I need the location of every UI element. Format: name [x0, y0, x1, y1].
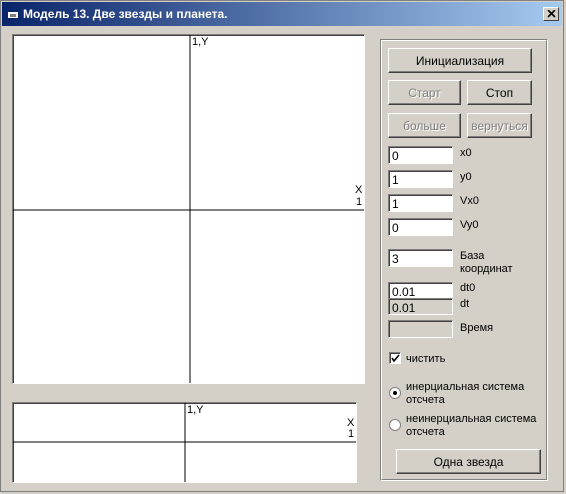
vx0-field[interactable]: 1 — [388, 194, 453, 212]
base-label-line1: База — [460, 250, 485, 262]
main-plot[interactable]: 1,Y X 1 — [12, 34, 365, 384]
noninertial-radio[interactable] — [389, 419, 401, 431]
y0-label: y0 — [460, 171, 472, 183]
inertial-radio-label-line2: отсчета — [406, 394, 445, 406]
x0-field[interactable]: 0 — [388, 146, 453, 164]
window-title: Модель 13. Две звезды и планета. — [23, 7, 228, 21]
time-field — [388, 320, 453, 338]
base-label-line2: координат — [460, 263, 513, 275]
back-button[interactable]: вернуться — [467, 113, 532, 138]
more-button[interactable]: больше — [388, 113, 461, 138]
y0-field[interactable]: 1 — [388, 170, 453, 188]
main-plot-y-label: 1,Y — [192, 36, 209, 48]
small-plot-x-value: 1 — [348, 428, 355, 440]
inertial-radio-label-line1: инерциальная система — [406, 381, 525, 393]
dt0-field[interactable]: 0.01 — [388, 282, 453, 299]
main-plot-x-value: 1 — [356, 196, 363, 208]
main-plot-axes — [13, 35, 364, 383]
vy0-field[interactable]: 0 — [388, 218, 453, 236]
start-button[interactable]: Старт — [388, 80, 461, 105]
vy0-label: Vy0 — [460, 219, 479, 231]
base-field[interactable]: 3 — [388, 249, 453, 267]
dt-field: 0.01 — [388, 298, 453, 315]
dt-label: dt — [460, 298, 470, 310]
title-bar[interactable]: Модель 13. Две звезды и планета. — [2, 2, 562, 26]
small-plot-axes — [13, 403, 356, 482]
inertial-radio[interactable] — [389, 387, 401, 399]
vx0-label: Vx0 — [460, 195, 479, 207]
time-label: Время — [460, 322, 494, 334]
stop-button[interactable]: Стоп — [467, 80, 532, 105]
x0-label: x0 — [460, 147, 472, 159]
app-icon — [8, 10, 18, 18]
init-button[interactable]: Инициализация — [388, 48, 532, 73]
small-plot-y-label: 1,Y — [187, 404, 204, 416]
one-star-button[interactable]: Одна звезда — [396, 449, 541, 474]
small-plot[interactable]: 1,Y X 1 — [12, 402, 357, 483]
main-window: Модель 13. Две звезды и планета. 1,Y X 1… — [0, 0, 564, 492]
checkmark-icon — [391, 354, 400, 363]
noninertial-radio-label-line1: неинерциальная система — [406, 413, 537, 425]
clear-checkbox-label: чистить — [406, 353, 446, 365]
close-button[interactable] — [543, 7, 559, 21]
dt0-label: dt0 — [460, 282, 476, 294]
clear-checkbox[interactable] — [389, 352, 401, 364]
close-icon — [547, 10, 556, 18]
noninertial-radio-label-line2: отсчета — [406, 426, 445, 438]
